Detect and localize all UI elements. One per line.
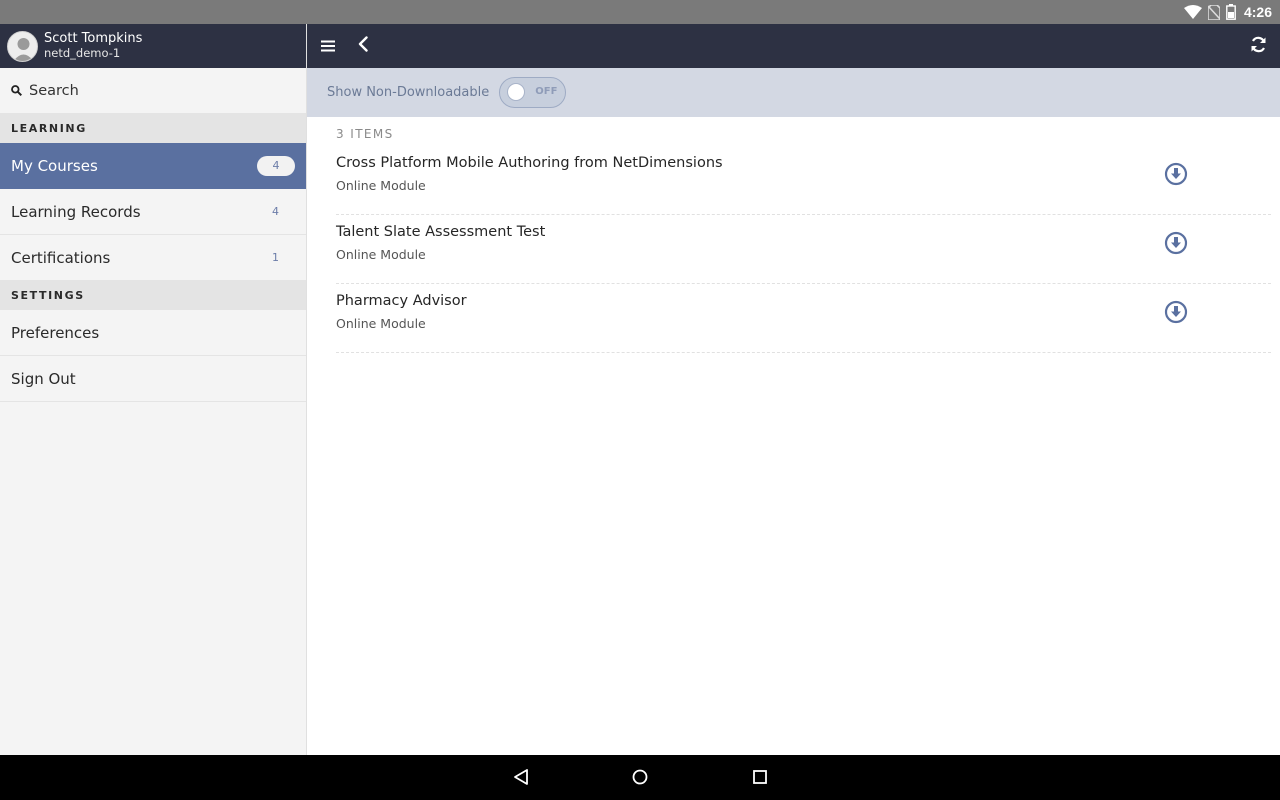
system-back-button[interactable] xyxy=(509,765,533,789)
search-input[interactable]: Search xyxy=(0,68,306,114)
download-icon xyxy=(1164,231,1188,255)
wifi-icon xyxy=(1183,5,1202,19)
system-navigation-bar xyxy=(0,755,1280,800)
navigation-drawer: Scott Tompkins netd_demo-1 Search LEARNI… xyxy=(0,24,307,755)
filter-label: Show Non-Downloadable xyxy=(327,85,490,100)
list-item[interactable]: Pharmacy Advisor Online Module xyxy=(336,284,1271,353)
course-list: Cross Platform Mobile Authoring from Net… xyxy=(336,146,1271,353)
back-button[interactable] xyxy=(345,24,381,68)
toggle-state: OFF xyxy=(535,86,558,97)
refresh-icon xyxy=(1250,36,1267,57)
no-sim-icon xyxy=(1207,4,1220,20)
toggle-knob xyxy=(507,83,526,101)
sidebar-item-certifications[interactable]: Certifications 1 xyxy=(0,235,306,281)
back-triangle-icon xyxy=(514,769,528,785)
battery-icon xyxy=(1226,4,1236,20)
refresh-button[interactable] xyxy=(1240,24,1276,68)
item-title: Pharmacy Advisor xyxy=(336,293,467,309)
search-label: Search xyxy=(29,82,79,99)
sidebar-item-label: Learning Records xyxy=(11,202,141,221)
count-badge: 4 xyxy=(257,155,295,176)
course-list-panel: 3 ITEMS Cross Platform Mobile Authoring … xyxy=(307,117,1280,755)
item-subtitle: Online Module xyxy=(336,247,426,262)
menu-button[interactable] xyxy=(310,24,346,68)
section-settings: SETTINGS xyxy=(0,281,306,310)
sidebar-item-learning-records[interactable]: Learning Records 4 xyxy=(0,189,306,235)
sidebar-item-label: Sign Out xyxy=(11,369,76,388)
list-item[interactable]: Cross Platform Mobile Authoring from Net… xyxy=(336,146,1271,215)
avatar xyxy=(7,30,38,62)
items-count: 3 ITEMS xyxy=(336,127,394,141)
count-badge: 1 xyxy=(272,251,279,264)
user-header[interactable]: Scott Tompkins netd_demo-1 xyxy=(0,24,306,68)
search-icon xyxy=(11,81,23,100)
recents-square-icon xyxy=(753,770,767,784)
system-recents-button[interactable] xyxy=(748,765,772,789)
download-button[interactable] xyxy=(1164,231,1188,255)
status-time: 4:26 xyxy=(1243,4,1272,20)
home-circle-icon xyxy=(632,769,648,785)
section-learning: LEARNING xyxy=(0,114,306,143)
download-icon xyxy=(1164,162,1188,186)
menu-icon xyxy=(321,37,335,56)
user-name: Scott Tompkins xyxy=(44,31,143,47)
sidebar-item-my-courses[interactable]: My Courses 4 xyxy=(0,143,306,189)
back-icon xyxy=(358,36,368,56)
sidebar-item-label: My Courses xyxy=(11,156,98,175)
item-subtitle: Online Module xyxy=(336,316,426,331)
download-icon xyxy=(1164,300,1188,324)
download-button[interactable] xyxy=(1164,162,1188,186)
top-toolbar xyxy=(307,24,1280,68)
item-title: Talent Slate Assessment Test xyxy=(336,224,546,240)
sidebar-item-sign-out[interactable]: Sign Out xyxy=(0,356,306,402)
count-badge: 4 xyxy=(272,205,279,218)
item-title: Cross Platform Mobile Authoring from Net… xyxy=(336,155,723,171)
system-home-button[interactable] xyxy=(628,765,652,789)
item-subtitle: Online Module xyxy=(336,178,426,193)
non-downloadable-toggle[interactable]: OFF xyxy=(499,77,567,108)
user-username: netd_demo-1 xyxy=(44,45,121,60)
sidebar-item-label: Preferences xyxy=(11,323,100,342)
status-bar: 4:26 xyxy=(0,0,1280,24)
sidebar-item-label: Certifications xyxy=(11,248,111,267)
sidebar-item-preferences[interactable]: Preferences xyxy=(0,310,306,356)
filter-bar: Show Non-Downloadable OFF xyxy=(307,68,1280,117)
list-item[interactable]: Talent Slate Assessment Test Online Modu… xyxy=(336,215,1271,284)
download-button[interactable] xyxy=(1164,300,1188,324)
